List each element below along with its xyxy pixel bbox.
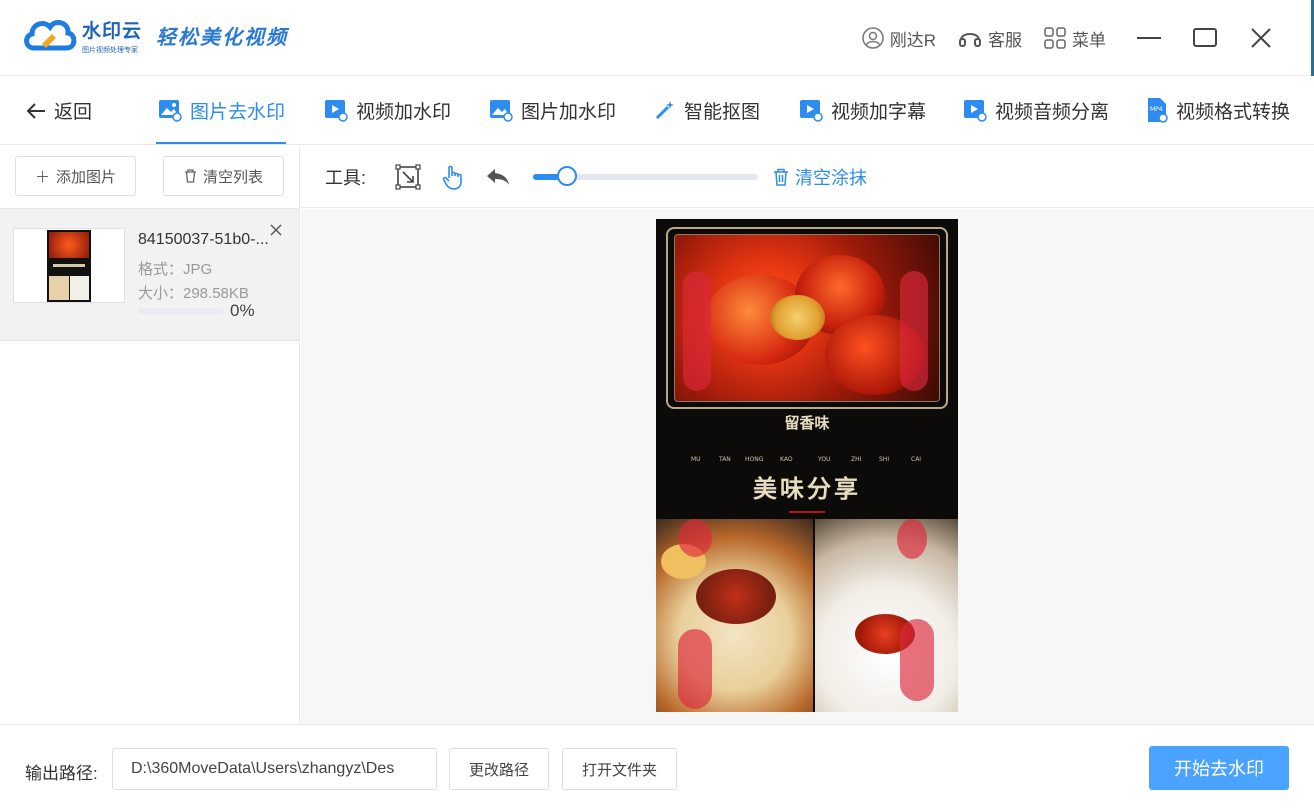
progress-text: 0% [230, 301, 255, 320]
poster-big-title: 美味分享 [753, 474, 861, 503]
output-bar: 输出路径: D:\360MoveData\Users\zhangyz\Des 更… [0, 724, 1314, 810]
file-format: 格式：JPG [138, 261, 213, 278]
pinyin-word: CAI [911, 456, 922, 463]
back-button[interactable]: 返回 [26, 97, 92, 124]
tab-video-subtitle[interactable]: 视频加字幕 [799, 95, 926, 125]
slider-handle[interactable] [556, 166, 577, 186]
image-add-icon [490, 100, 513, 122]
add-image-label: 添加图片 [56, 168, 117, 186]
app-logo: 水印云 图片视频处理专家 轻松美化视频 [22, 14, 288, 56]
pinyin-word: HONG [745, 456, 764, 463]
tab-label: 视频格式转换 [1176, 101, 1291, 123]
arrow-left-icon [26, 102, 45, 119]
pinyin-word: TAN [719, 456, 731, 463]
app-slogan: 轻松美化视频 [156, 24, 289, 49]
trash-icon [774, 168, 788, 186]
tab-image-add-watermark[interactable]: 图片加水印 [489, 95, 616, 125]
maximize-button[interactable] [1192, 25, 1218, 51]
clear-list-button[interactable]: 清空列表 [163, 156, 284, 196]
output-path-field[interactable]: D:\360MoveData\Users\zhangyz\Des [112, 748, 437, 790]
tab-smart-cutout[interactable]: 智能抠图 [654, 95, 760, 125]
open-folder-button[interactable]: 打开文件夹 [562, 748, 677, 790]
undo-icon [487, 169, 509, 185]
remove-file-button[interactable] [270, 221, 282, 239]
tool-label: 工具: [325, 168, 367, 188]
video-subtitle-icon [800, 100, 823, 122]
clear-list-label: 清空列表 [202, 168, 263, 186]
svg-text:MP4: MP4 [1150, 106, 1163, 113]
clear-smear-label: 清空涂抹 [795, 168, 867, 188]
clear-smear-button[interactable]: 清空涂抹 [773, 164, 867, 190]
file-list-panel: ＋ 添加图片 清空列表 84150037-51b0-... 格式：JPG 大小：… [0, 146, 300, 724]
poster-divider [789, 511, 825, 513]
poster-small-title: 留香味 [784, 414, 830, 432]
output-path-label: 输出路径: [25, 764, 98, 783]
tab-label: 图片去水印 [190, 101, 286, 123]
change-path-button[interactable]: 更改路径 [449, 748, 549, 790]
back-label: 返回 [54, 102, 93, 123]
file-size: 大小：298.58KB [138, 285, 249, 302]
preview-canvas[interactable]: 留香味 MU TAN HONG KAO YOU ZHI SHI CAI 美味分享 [301, 209, 1314, 724]
file-thumbnail [13, 228, 125, 303]
add-image-button[interactable]: ＋ 添加图片 [15, 156, 136, 196]
tab-video-add-watermark[interactable]: 视频加水印 [324, 95, 451, 125]
menu-label: 菜单 [1072, 30, 1106, 50]
video-add-icon [325, 100, 348, 122]
magic-wand-icon [655, 101, 674, 120]
active-tab-indicator [156, 142, 286, 144]
close-icon [1251, 28, 1271, 48]
trash-icon [184, 169, 196, 183]
service-label: 客服 [988, 30, 1022, 50]
menu-button[interactable]: 菜单 [1044, 26, 1106, 51]
tab-label: 图片加水印 [521, 101, 617, 123]
tab-label: 视频加字幕 [831, 101, 927, 123]
headset-icon [959, 33, 981, 47]
image-remove-icon [159, 100, 182, 122]
tab-video-format-convert[interactable]: MP4 视频格式转换 [1146, 95, 1290, 125]
minimize-icon [1137, 37, 1161, 39]
pinyin-word: KAO [780, 456, 793, 463]
customer-service-button[interactable]: 客服 [958, 26, 1022, 51]
preview-image[interactable]: 留香味 MU TAN HONG KAO YOU ZHI SHI CAI 美味分享 [656, 219, 958, 712]
cloud-logo-icon [22, 14, 78, 56]
file-name: 84150037-51b0-... [138, 231, 269, 248]
pepper-photo [674, 234, 940, 402]
pinyin-word: YOU [818, 456, 831, 463]
user-account-button[interactable]: 刚达R [861, 26, 936, 51]
noodle-photo [656, 519, 813, 712]
undo-tool[interactable] [483, 162, 513, 192]
hand-tool[interactable] [438, 162, 468, 192]
pinyin-word: ZHI [851, 456, 862, 463]
grid-menu-icon [1044, 27, 1066, 49]
app-subtitle: 图片视频处理专家 [82, 46, 138, 54]
close-icon [270, 224, 282, 236]
progress-bar [138, 308, 224, 314]
close-window-button[interactable] [1248, 25, 1274, 51]
pinyin-word: SHI [879, 456, 890, 463]
app-name: 水印云 [82, 20, 143, 42]
user-icon [861, 27, 884, 49]
tab-label: 智能抠图 [684, 101, 761, 123]
tab-image-watermark-remove[interactable]: 图片去水印 [158, 95, 285, 125]
maximize-icon [1193, 28, 1217, 47]
hand-icon [442, 165, 462, 190]
minimize-button[interactable] [1136, 25, 1162, 51]
tab-label: 视频音频分离 [995, 101, 1110, 123]
list-item[interactable]: 84150037-51b0-... 格式：JPG 大小：298.58KB 0% [0, 209, 299, 341]
rectangle-select-tool[interactable] [393, 162, 423, 192]
pinyin-word: MU [691, 456, 701, 463]
user-name: 刚达R [889, 30, 936, 50]
start-remove-watermark-button[interactable]: 开始去水印 [1149, 746, 1289, 790]
tab-video-audio-split[interactable]: 视频音频分离 [963, 95, 1109, 125]
rectangle-select-icon [395, 164, 421, 190]
mp4-icon: MP4 [1148, 98, 1168, 123]
tab-label: 视频加水印 [356, 101, 452, 123]
congee-photo [815, 519, 958, 712]
plus-icon: ＋ [34, 168, 50, 186]
edit-toolbar: 工具: 清空涂抹 [301, 146, 1314, 208]
feature-tab-bar: 返回 图片去水印 视频加水印 图片加水印 智能抠图 视频加字幕 视频音频分离 M… [0, 77, 1314, 145]
video-audio-icon [964, 100, 987, 122]
title-bar: 水印云 图片视频处理专家 轻松美化视频 刚达R 客服 菜单 [0, 0, 1314, 76]
